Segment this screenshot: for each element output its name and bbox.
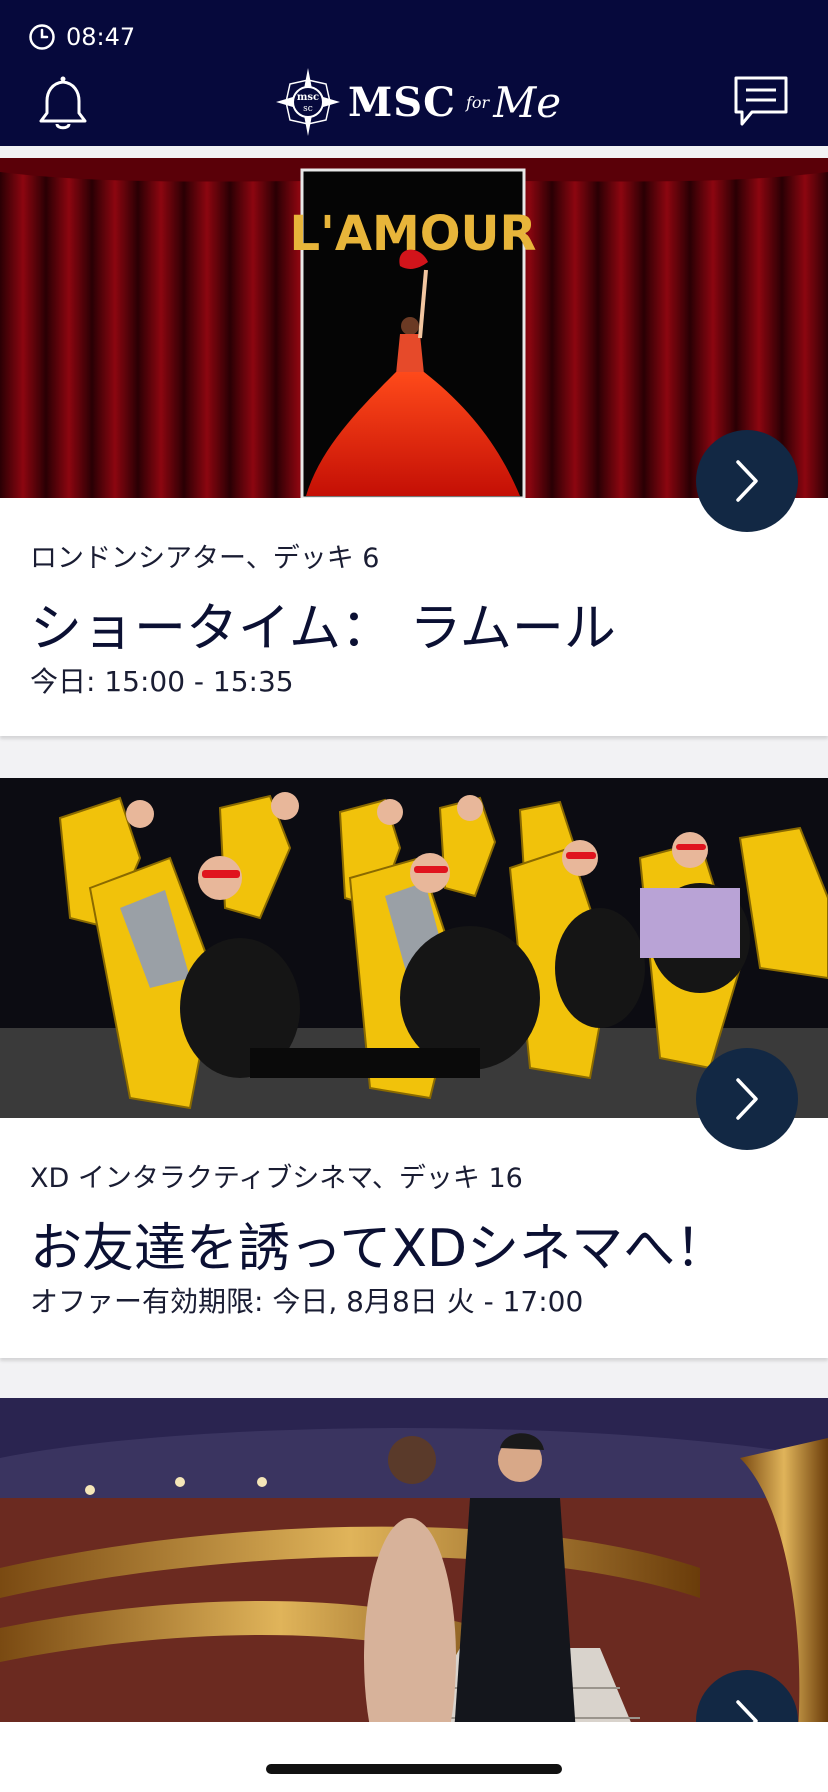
clock-icon bbox=[29, 24, 55, 50]
chevron-right-icon bbox=[736, 460, 758, 502]
event-title: ショータイム： ラムール bbox=[30, 599, 616, 659]
messages-button[interactable] bbox=[732, 74, 790, 128]
chat-icon bbox=[734, 76, 788, 126]
bell-icon bbox=[39, 76, 87, 130]
msc-for-me-logo: msc sc MSC for Me bbox=[276, 66, 561, 138]
logo-for-text: for bbox=[466, 92, 490, 112]
event-title: お友達を誘ってXDシネマへ！ bbox=[30, 1219, 728, 1279]
bottom-bar bbox=[0, 1722, 828, 1792]
event-venue: XD インタラクティブシネマ、デッキ 16 bbox=[30, 1163, 523, 1194]
event-time: 今日: 15:00 - 15:35 bbox=[30, 665, 294, 698]
svg-text:msc: msc bbox=[297, 92, 319, 103]
lamour-go-button[interactable] bbox=[696, 430, 798, 532]
lamour-show-image: L'AMOUR bbox=[0, 158, 828, 498]
home-indicator[interactable] bbox=[266, 1764, 562, 1774]
xd-cinema-image bbox=[0, 778, 828, 1118]
chevron-right-icon bbox=[736, 1078, 758, 1120]
logo-msc-text: MSC bbox=[348, 78, 456, 126]
status-time: 08:47 bbox=[66, 23, 136, 51]
event-time: オファー有効期限: 今日, 8月8日 火 - 17:00 bbox=[30, 1285, 584, 1318]
compass-rose-icon: msc sc bbox=[276, 68, 340, 136]
status-bar: 08:47 bbox=[28, 22, 135, 52]
logo-me-text: Me bbox=[493, 77, 562, 127]
notifications-button[interactable] bbox=[36, 74, 90, 132]
event-card-xd-cinema[interactable]: XD インタラクティブシネマ、デッキ 16 お友達を誘ってXDシネマへ！ オファ… bbox=[0, 778, 828, 1358]
event-card-lamour[interactable]: L'AMOUR ロンドンシアター、デッキ 6 ショータイム： ラムール 今日: … bbox=[0, 158, 828, 736]
event-venue: ロンドンシアター、デッキ 6 bbox=[30, 543, 380, 574]
app-header: 08:47 msc sc MSC for Me bbox=[0, 0, 828, 146]
svg-text:sc: sc bbox=[303, 104, 313, 114]
xd-cinema-go-button[interactable] bbox=[696, 1048, 798, 1150]
